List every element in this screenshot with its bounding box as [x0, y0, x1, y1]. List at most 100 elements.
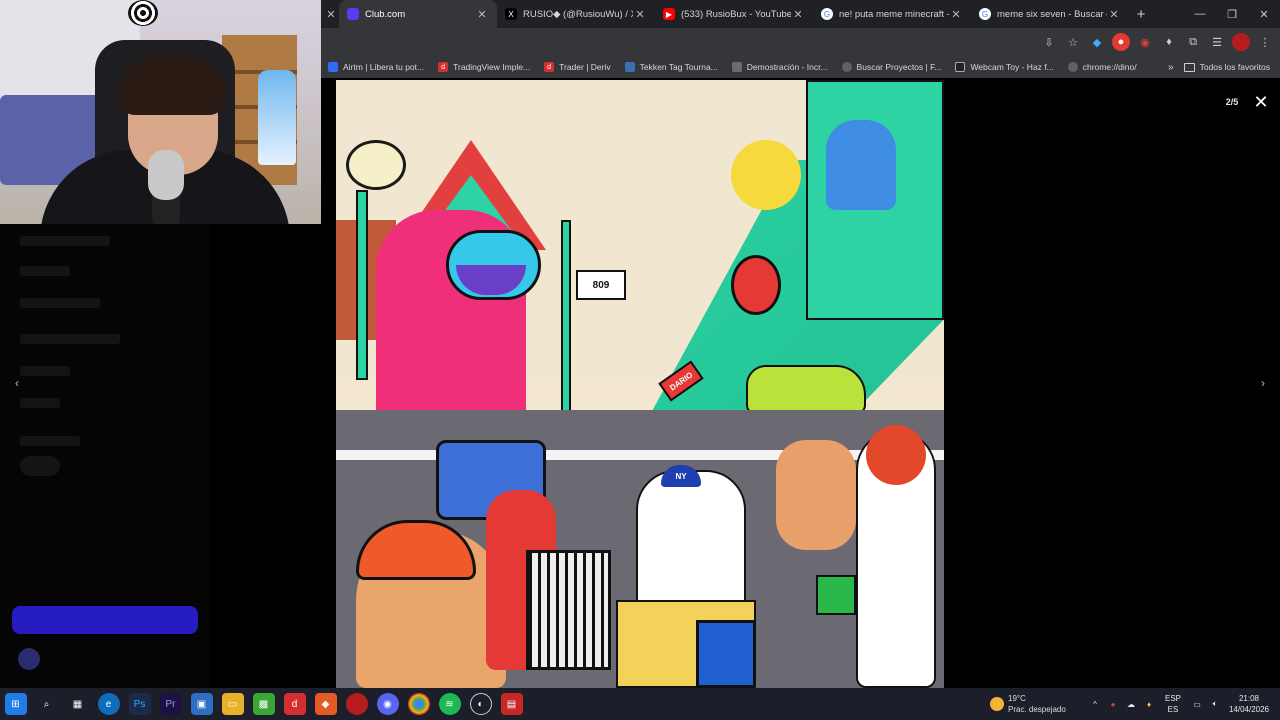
tab-x-profile[interactable]: X RUSIO◆ (@RusiouWu) / X ✕ [497, 0, 655, 28]
bookmark-item[interactable]: chrome://dino/ [1061, 62, 1144, 72]
volume-icon[interactable]: 🔈︎ [1206, 699, 1224, 709]
ghost-text [20, 298, 100, 308]
search-icon[interactable]: ⌕ [36, 693, 58, 715]
store-icon[interactable]: ▣ [190, 693, 213, 715]
bookmark-item[interactable]: Buscar Proyectos | F... [835, 62, 949, 72]
close-window-icon[interactable]: ✕ [1248, 8, 1280, 21]
next-image-icon[interactable]: › [1254, 376, 1272, 394]
edge-icon[interactable]: e [97, 693, 120, 715]
tab-close-icon[interactable]: ✕ [791, 8, 805, 21]
tab-close-icon[interactable]: ✕ [949, 8, 963, 21]
tab-google-search-2[interactable]: G meme six seven - Buscar con G ✕ [971, 0, 1129, 28]
tab-title: (533) RusioBux - YouTube [681, 8, 791, 20]
tab-google-search-1[interactable]: G ne! puta meme minecraft - Bus ✕ [813, 0, 971, 28]
bookmark-item[interactable]: Tekken Tag Tourna... [618, 62, 725, 72]
extension-tradingview-icon[interactable]: ◆ [1088, 33, 1106, 51]
clock[interactable]: 21:08 14/04/2026 [1224, 693, 1280, 715]
bookmark-label: Webcam Toy - Haz f... [970, 62, 1054, 72]
new-tab-button[interactable]: + [1129, 6, 1153, 23]
brave-icon[interactable]: ◆ [314, 693, 337, 715]
shopping-cart [526, 550, 611, 670]
youtube-favicon-icon: ▶ [663, 8, 675, 20]
close-icon[interactable]: ✕ [323, 8, 339, 21]
chrome-icon[interactable] [407, 693, 430, 715]
extensions-puzzle-icon[interactable]: ⧉ [1184, 33, 1202, 51]
clock-date: 14/04/2026 [1228, 705, 1270, 714]
sidebar-user-avatar[interactable] [18, 648, 40, 670]
tab-close-icon[interactable]: ✕ [1107, 8, 1121, 21]
image-counter: 2/5 [1225, 97, 1239, 107]
bookmark-item[interactable]: d TradingView Imple... [431, 62, 537, 72]
webcam-toy-icon [955, 62, 966, 72]
all-bookmarks-button[interactable]: Todos los favoritos [1183, 62, 1280, 72]
globe-icon [1067, 62, 1078, 72]
menu-kebab-icon[interactable]: ⋮ [1256, 33, 1274, 51]
browser-toolbar: ⇩ ☆ ◆ ● ◉ ♦ ⧉ ☰ ⋮ [321, 28, 1280, 56]
tray-cloud-icon[interactable]: ☁ [1122, 700, 1140, 709]
bookmark-star-icon[interactable]: ☆ [1064, 33, 1082, 51]
media-control-icon[interactable]: ☰ [1208, 33, 1226, 51]
lime-taxi [746, 365, 866, 415]
bookmark-label: TradingView Imple... [453, 62, 531, 72]
tab-title: meme six seven - Buscar con G [997, 8, 1107, 20]
obs-icon[interactable]: ◐ [469, 693, 492, 715]
webcam-overlay [0, 0, 321, 224]
street-lamp [346, 140, 406, 190]
task-view-icon[interactable]: ▦ [67, 693, 89, 715]
tab-club[interactable]: Club.com ✕ [339, 0, 497, 28]
weather-widget[interactable]: 19°C Prac. despejado [990, 688, 1066, 720]
webcam-microphone [148, 150, 184, 200]
premiere-icon[interactable]: Pr [159, 693, 182, 715]
photoshop-icon[interactable]: Ps [128, 693, 151, 715]
tray-app-icon[interactable]: ● [1104, 700, 1122, 709]
spotify-icon[interactable]: ≋ [438, 693, 461, 715]
building-number-sign: 809 [576, 270, 626, 300]
capcut-icon[interactable]: ▤ [500, 693, 523, 715]
deriv-app-icon[interactable]: d [283, 693, 306, 715]
tray-chevron-up-icon[interactable]: ^ [1086, 700, 1104, 709]
tab-close-icon[interactable]: ✕ [633, 8, 647, 21]
minimize-icon[interactable]: — [1184, 8, 1216, 20]
tab-close-icon[interactable]: ✕ [475, 8, 489, 21]
bookmark-label: chrome://dino/ [1082, 62, 1137, 72]
club-favicon-icon [347, 8, 359, 20]
close-viewer-icon[interactable]: ✕ [1251, 92, 1271, 112]
tab-title: Club.com [365, 8, 406, 20]
minecraft-icon[interactable]: ▩ [252, 693, 275, 715]
weather-desc: Prac. despejado [1008, 705, 1066, 714]
bookmark-item[interactable]: Airtm | Libera tu pot... [321, 62, 431, 72]
weather-sun-icon [990, 697, 1004, 711]
network-icon[interactable]: ▭ [1188, 700, 1206, 709]
extension-record-icon[interactable]: ◉ [1136, 33, 1154, 51]
language-indicator[interactable]: ESP ES [1158, 693, 1188, 715]
demo-icon [731, 62, 742, 72]
file-explorer-icon[interactable]: ▭ [221, 693, 244, 715]
tray-mic-icon[interactable]: ♦ [1140, 700, 1158, 709]
yellow-haired-woman [731, 140, 801, 210]
extension-red-icon[interactable]: ● [1112, 33, 1130, 51]
bookmark-item[interactable]: Webcam Toy - Haz f... [948, 62, 1060, 72]
bookmark-label: Tekken Tag Tourna... [639, 62, 718, 72]
app-red-icon[interactable] [345, 693, 368, 715]
tab-youtube[interactable]: ▶ (533) RusioBux - YouTube ✕ [655, 0, 813, 28]
window-controls: — ❐ ✕ [1184, 0, 1280, 28]
restore-icon[interactable]: ❐ [1216, 8, 1248, 21]
windows-start-icon[interactable]: ⊞ [4, 693, 27, 715]
blue-crate [696, 620, 756, 688]
extension-diamond-icon[interactable]: ♦ [1160, 33, 1178, 51]
weather-temp: 19°C [1008, 694, 1026, 703]
discord-icon[interactable]: ◉ [376, 693, 399, 715]
shirtless-man [776, 440, 856, 550]
bookmark-label: Buscar Proyectos | F... [856, 62, 942, 72]
tekken-icon [624, 62, 635, 72]
bookmark-item[interactable]: Demostración - Incr... [725, 62, 835, 72]
bookmarks-overflow-icon[interactable]: » [1158, 62, 1184, 73]
illustration-image: 809 DARIO NY [336, 80, 944, 688]
sidebar-action-button[interactable] [12, 606, 198, 634]
bookmark-item[interactable]: d Trader | Deriv [537, 62, 618, 72]
previous-image-icon[interactable]: ‹ [8, 376, 26, 394]
bookmarks-bar: Airtm | Libera tu pot... d TradingView I… [321, 56, 1280, 78]
red-sign-plate [731, 255, 781, 315]
install-app-icon[interactable]: ⇩ [1040, 33, 1058, 51]
profile-avatar-icon[interactable] [1232, 33, 1250, 51]
